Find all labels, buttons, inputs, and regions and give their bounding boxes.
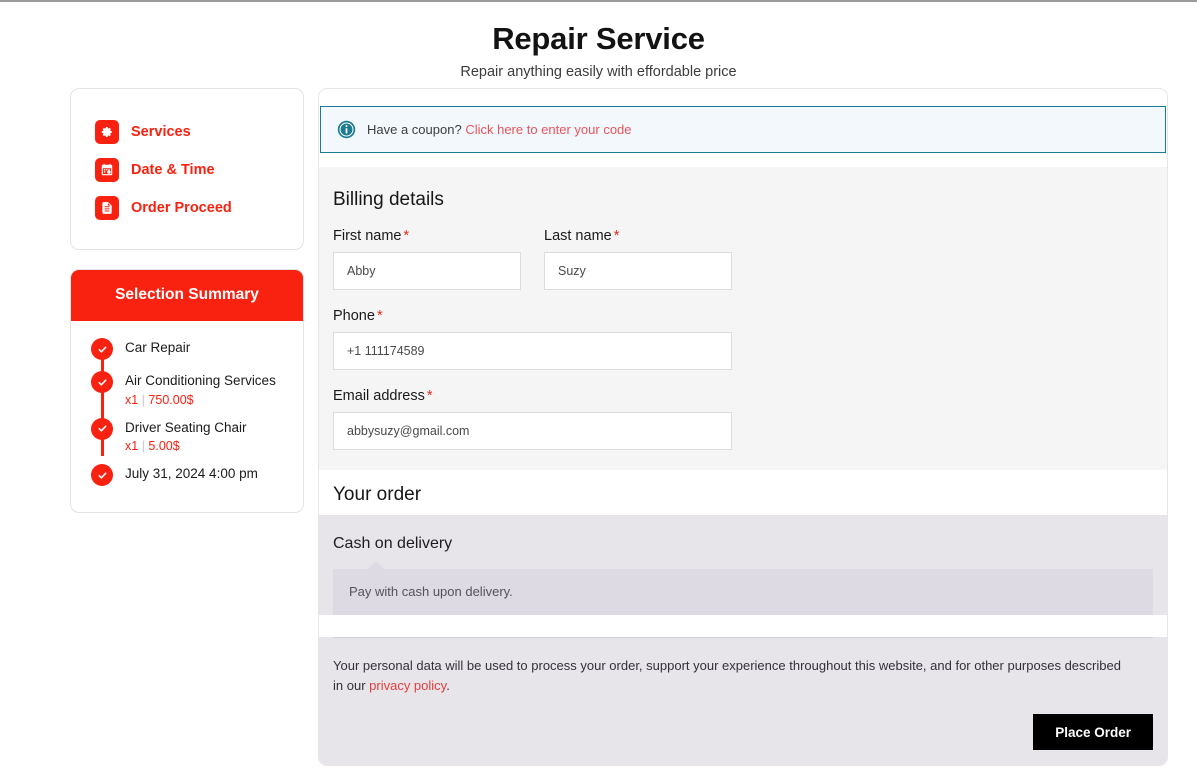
check-icon [91, 338, 113, 360]
email-label: Email address * [333, 388, 1153, 404]
gear-icon [95, 120, 119, 144]
phone-field[interactable] [333, 332, 732, 370]
privacy-text: Your personal data will be used to proce… [333, 658, 1121, 694]
selection-summary-card: Selection Summary Car Repair Air Conditi… [70, 269, 304, 514]
check-icon [91, 371, 113, 393]
summary-item-text: July 31, 2024 4:00 pm [125, 463, 258, 484]
coupon-bar[interactable]: Have a coupon? Click here to enter your … [320, 106, 1166, 153]
required-mark: * [613, 228, 620, 244]
your-order-header: Your order [319, 470, 1167, 515]
list-item: Air Conditioning Services x1 | 750.00$ [91, 370, 303, 407]
required-mark: * [403, 228, 410, 244]
check-icon [91, 417, 113, 440]
summary-item-text: Car Repair [125, 337, 190, 358]
steps-nav-card: Services Date & Time Order Proceed [70, 88, 304, 250]
list-item: Car Repair [91, 337, 303, 360]
coupon-text: Have a coupon? Click here to enter your … [367, 122, 632, 137]
payment-description: Pay with cash upon delivery. [333, 569, 1153, 615]
order-footer: Your personal data will be used to proce… [319, 637, 1167, 765]
billing-details-section: Billing details First name* Last name* [319, 167, 1167, 470]
selection-summary-title: Selection Summary [71, 270, 303, 321]
sidebar-item-label: Services [131, 124, 191, 140]
summary-item-title: Driver Seating Chair [125, 419, 247, 435]
page-subtitle: Repair anything easily with effordable p… [460, 63, 737, 80]
calendar-clock-icon [95, 158, 119, 182]
sidebar-item-label: Order Proceed [131, 200, 232, 216]
summary-item-meta: x1 | 5.00$ [125, 439, 247, 453]
summary-item-title: Air Conditioning Services [125, 373, 276, 388]
privacy-tail: . [446, 678, 450, 694]
summary-item-meta: x1 | 750.00$ [125, 393, 276, 407]
last-name-group: Last name * [544, 228, 732, 290]
summary-item-separator: | [141, 392, 145, 407]
phone-label: Phone * [333, 308, 1153, 324]
required-mark: * [426, 388, 433, 404]
check-icon [91, 464, 113, 487]
sidebar-item-order-proceed[interactable]: Order Proceed [71, 189, 303, 227]
label-text: First name [333, 228, 402, 244]
phone-group: Phone * [319, 308, 1167, 370]
summary-item-text: Air Conditioning Services x1 | 750.00$ [125, 370, 276, 407]
payment-method-section: Cash on delivery Pay with cash upon deli… [319, 515, 1167, 615]
sidebar-item-label: Date & Time [131, 162, 215, 178]
page-title: Repair Service [492, 21, 705, 56]
privacy-notice: Your personal data will be used to proce… [333, 638, 1133, 696]
list-item: July 31, 2024 4:00 pm [91, 463, 303, 487]
summary-item-separator: | [141, 439, 145, 454]
last-name-label: Last name * [544, 228, 732, 244]
privacy-policy-link[interactable]: privacy policy [369, 678, 446, 693]
summary-item-qty: x1 [125, 392, 139, 407]
top-divider [0, 0, 1197, 2]
page-header: Repair Service Repair anything easily wi… [0, 20, 1197, 80]
name-fields-row: First name* Last name* [319, 228, 1167, 290]
label-text: Last name [544, 228, 612, 244]
info-icon [337, 120, 356, 139]
required-mark: * [376, 308, 383, 324]
summary-item-title: July 31, 2024 4:00 pm [125, 466, 258, 482]
first-name-group: First name * [333, 228, 521, 290]
first-name-label: First name * [333, 228, 521, 244]
email-group: Email address * [319, 388, 1167, 450]
sidebar-item-services[interactable]: Services [71, 113, 303, 151]
coupon-prompt: Have a coupon? [367, 122, 462, 137]
summary-item-title: Car Repair [125, 340, 191, 355]
payment-method-label[interactable]: Cash on delivery [333, 535, 1153, 553]
checkout-panel: Have a coupon? Click here to enter your … [318, 88, 1168, 766]
place-order-button[interactable]: Place Order [1033, 714, 1153, 751]
summary-item-price: 5.00$ [148, 439, 180, 454]
first-name-field[interactable] [333, 252, 521, 290]
label-text: Phone [333, 308, 375, 324]
selection-summary-body: Car Repair Air Conditioning Services x1 … [71, 321, 303, 512]
coupon-bar-wrap: Have a coupon? Click here to enter your … [319, 106, 1167, 153]
list-item: Driver Seating Chair x1 | 5.00$ [91, 417, 303, 454]
payment-description-wrap: Pay with cash upon delivery. [333, 561, 1153, 615]
checkout-page: Repair Service Repair anything easily wi… [0, 0, 1197, 783]
caret-up-icon [367, 561, 385, 570]
summary-item-text: Driver Seating Chair x1 | 5.00$ [125, 417, 247, 454]
coupon-link[interactable]: Click here to enter your code [465, 122, 631, 137]
last-name-field[interactable] [544, 252, 732, 290]
summary-item-qty: x1 [125, 439, 139, 454]
summary-list: Car Repair Air Conditioning Services x1 … [71, 337, 303, 487]
sidebar: Services Date & Time Order Proceed Selec… [70, 88, 304, 514]
summary-item-price: 750.00$ [148, 392, 194, 407]
document-icon [95, 196, 119, 220]
billing-details-heading: Billing details [333, 189, 444, 210]
your-order-heading: Your order [333, 484, 422, 505]
place-order-row: Place Order [333, 696, 1153, 765]
sidebar-item-date-time[interactable]: Date & Time [71, 151, 303, 189]
label-text: Email address [333, 388, 425, 404]
email-field[interactable] [333, 412, 732, 450]
